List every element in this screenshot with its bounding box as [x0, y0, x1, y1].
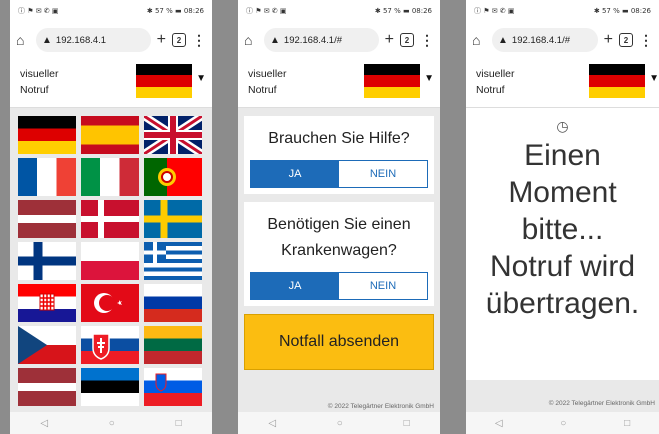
back-icon[interactable]: ◁ [495, 418, 503, 429]
clock-icon: ◷ [556, 118, 569, 134]
czech-flag[interactable] [18, 326, 76, 364]
turkish-flag[interactable] [81, 284, 139, 322]
flag-list [10, 108, 212, 412]
browser-toolbar: ⌂ ▲ 192.168.4.1/# + 2 ⋮ [466, 22, 659, 58]
copyright-footer: © 2022 Telegärtner Elektronik GmbH [466, 380, 659, 412]
warning-icon: ▲ [270, 34, 280, 46]
app-name: visueller Notruf [248, 68, 287, 96]
app-header: visueller Notruf ▼ [10, 58, 212, 108]
tabs-icon[interactable]: 2 [400, 33, 414, 47]
yes-button[interactable]: JA [251, 273, 339, 299]
question-card-ambulance: Benötigen Sie einen Krankenwagen? JA NEIN [244, 202, 434, 306]
url-text: 192.168.4.1/# [283, 34, 343, 46]
app-header: visueller Notruf ▼ [466, 58, 659, 108]
status-bar: ⓘ ⚑ ✉ ✆ ▣ ✱ 57 % ▬ 08:26 [10, 0, 212, 22]
yes-button[interactable]: JA [251, 161, 339, 187]
android-nav-bar: ◁ ○ □ [466, 412, 659, 434]
status-bar: ⓘ ⚑ ✉ ✆ ▣ ✱ 57 % ▬ 08:26 [466, 0, 659, 22]
estonian-flag[interactable] [81, 368, 139, 406]
german-flag[interactable] [364, 64, 420, 98]
no-button[interactable]: NEIN [339, 273, 427, 299]
copyright-footer: © 2022 Telegärtner Elektronik GmbH [327, 403, 434, 410]
slovenian-flag[interactable] [144, 368, 202, 406]
danish-flag[interactable] [81, 200, 139, 238]
german-flag[interactable] [589, 64, 645, 98]
waiting-panel: ◷ Einen Moment bitte... Notruf wird über… [466, 108, 659, 412]
phone-screen-waiting: ⓘ ⚑ ✉ ✆ ▣ ✱ 57 % ▬ 08:26 ⌂ ▲ 192.168.4.1… [466, 0, 659, 434]
address-bar[interactable]: ▲ 192.168.4.1/# [492, 28, 598, 52]
warning-icon: ▲ [498, 34, 508, 46]
latvian-flag[interactable] [18, 200, 76, 238]
home-nav-icon[interactable]: ○ [560, 418, 566, 429]
croatian-flag[interactable] [18, 284, 76, 322]
status-left: ⓘ ⚑ ✉ ✆ ▣ [18, 7, 59, 15]
polish-flag[interactable] [81, 242, 139, 280]
send-emergency-button[interactable]: Notfall absenden [244, 314, 434, 370]
recent-apps-icon[interactable]: □ [404, 418, 410, 429]
italian-flag[interactable] [81, 158, 139, 196]
home-nav-icon[interactable]: ○ [109, 418, 115, 429]
french-flag[interactable] [18, 158, 76, 196]
app-name: visueller Notruf [476, 68, 515, 96]
status-left: ⓘ ⚑ ✉ ✆ ▣ [474, 7, 515, 15]
app-header: visueller Notruf ▼ [238, 58, 440, 108]
status-right: ✱ 57 % ▬ 08:26 [593, 7, 651, 15]
status-right: ✱ 57 % ▬ 08:26 [374, 7, 432, 15]
browser-toolbar: ⌂ ▲ 192.168.4.1/# + 2 ⋮ [238, 22, 440, 58]
waiting-message: Einen Moment bitte... Notruf wird übertr… [485, 139, 640, 320]
spanish-flag[interactable] [81, 116, 139, 154]
dropdown-caret-icon[interactable]: ▼ [196, 73, 206, 84]
greek-flag[interactable] [144, 242, 202, 280]
status-left: ⓘ ⚑ ✉ ✆ ▣ [246, 7, 287, 15]
home-icon[interactable]: ⌂ [244, 32, 258, 48]
phone-screen-questions: ⓘ ⚑ ✉ ✆ ▣ ✱ 57 % ▬ 08:26 ⌂ ▲ 192.168.4.1… [238, 0, 440, 434]
menu-icon[interactable]: ⋮ [639, 32, 653, 49]
recent-apps-icon[interactable]: □ [624, 418, 630, 429]
uk-flag[interactable] [144, 116, 202, 154]
status-bar: ⓘ ⚑ ✉ ✆ ▣ ✱ 57 % ▬ 08:26 [238, 0, 440, 22]
dropdown-caret-icon[interactable]: ▼ [424, 73, 434, 84]
back-icon[interactable]: ◁ [268, 418, 276, 429]
german-flag[interactable] [18, 116, 76, 154]
warning-icon: ▲ [42, 34, 52, 46]
phone-screen-language: ⓘ ⚑ ✉ ✆ ▣ ✱ 57 % ▬ 08:26 ⌂ ▲ 192.168.4.1… [10, 0, 212, 434]
yes-no-toggle: JA NEIN [250, 272, 428, 300]
portuguese-flag[interactable] [144, 158, 202, 196]
new-tab-icon[interactable]: + [604, 31, 613, 49]
android-nav-bar: ◁ ○ □ [238, 412, 440, 434]
new-tab-icon[interactable]: + [157, 31, 166, 49]
back-icon[interactable]: ◁ [40, 418, 48, 429]
german-flag[interactable] [136, 64, 192, 98]
url-text: 192.168.4.1/# [511, 34, 571, 46]
russian-flag[interactable] [144, 284, 202, 322]
lithuanian-flag[interactable] [144, 326, 202, 364]
austrian-flag[interactable] [18, 368, 76, 406]
home-nav-icon[interactable]: ○ [337, 418, 343, 429]
browser-toolbar: ⌂ ▲ 192.168.4.1 + 2 ⋮ [10, 22, 212, 58]
question-ambulance: Benötigen Sie einen Krankenwagen? [267, 216, 411, 259]
no-button[interactable]: NEIN [339, 161, 427, 187]
status-right: ✱ 57 % ▬ 08:26 [146, 7, 204, 15]
question-panel: Brauchen Sie Hilfe? JA NEIN Benötigen Si… [238, 108, 440, 412]
menu-icon[interactable]: ⋮ [192, 32, 206, 49]
slovak-flag[interactable] [81, 326, 139, 364]
tabs-icon[interactable]: 2 [619, 33, 633, 47]
tabs-icon[interactable]: 2 [172, 33, 186, 47]
menu-icon[interactable]: ⋮ [420, 32, 434, 49]
url-text: 192.168.4.1 [55, 34, 107, 46]
app-name: visueller Notruf [20, 68, 59, 96]
home-icon[interactable]: ⌂ [16, 32, 30, 48]
recent-apps-icon[interactable]: □ [176, 418, 182, 429]
address-bar[interactable]: ▲ 192.168.4.1/# [264, 28, 379, 52]
question-card-help: Brauchen Sie Hilfe? JA NEIN [244, 116, 434, 194]
dropdown-caret-icon[interactable]: ▼ [649, 73, 659, 84]
new-tab-icon[interactable]: + [385, 31, 394, 49]
yes-no-toggle: JA NEIN [250, 160, 428, 188]
finnish-flag[interactable] [18, 242, 76, 280]
address-bar[interactable]: ▲ 192.168.4.1 [36, 28, 151, 52]
question-help: Brauchen Sie Hilfe? [268, 130, 410, 147]
home-icon[interactable]: ⌂ [472, 32, 486, 48]
swedish-flag[interactable] [144, 200, 202, 238]
android-nav-bar: ◁ ○ □ [10, 412, 212, 434]
